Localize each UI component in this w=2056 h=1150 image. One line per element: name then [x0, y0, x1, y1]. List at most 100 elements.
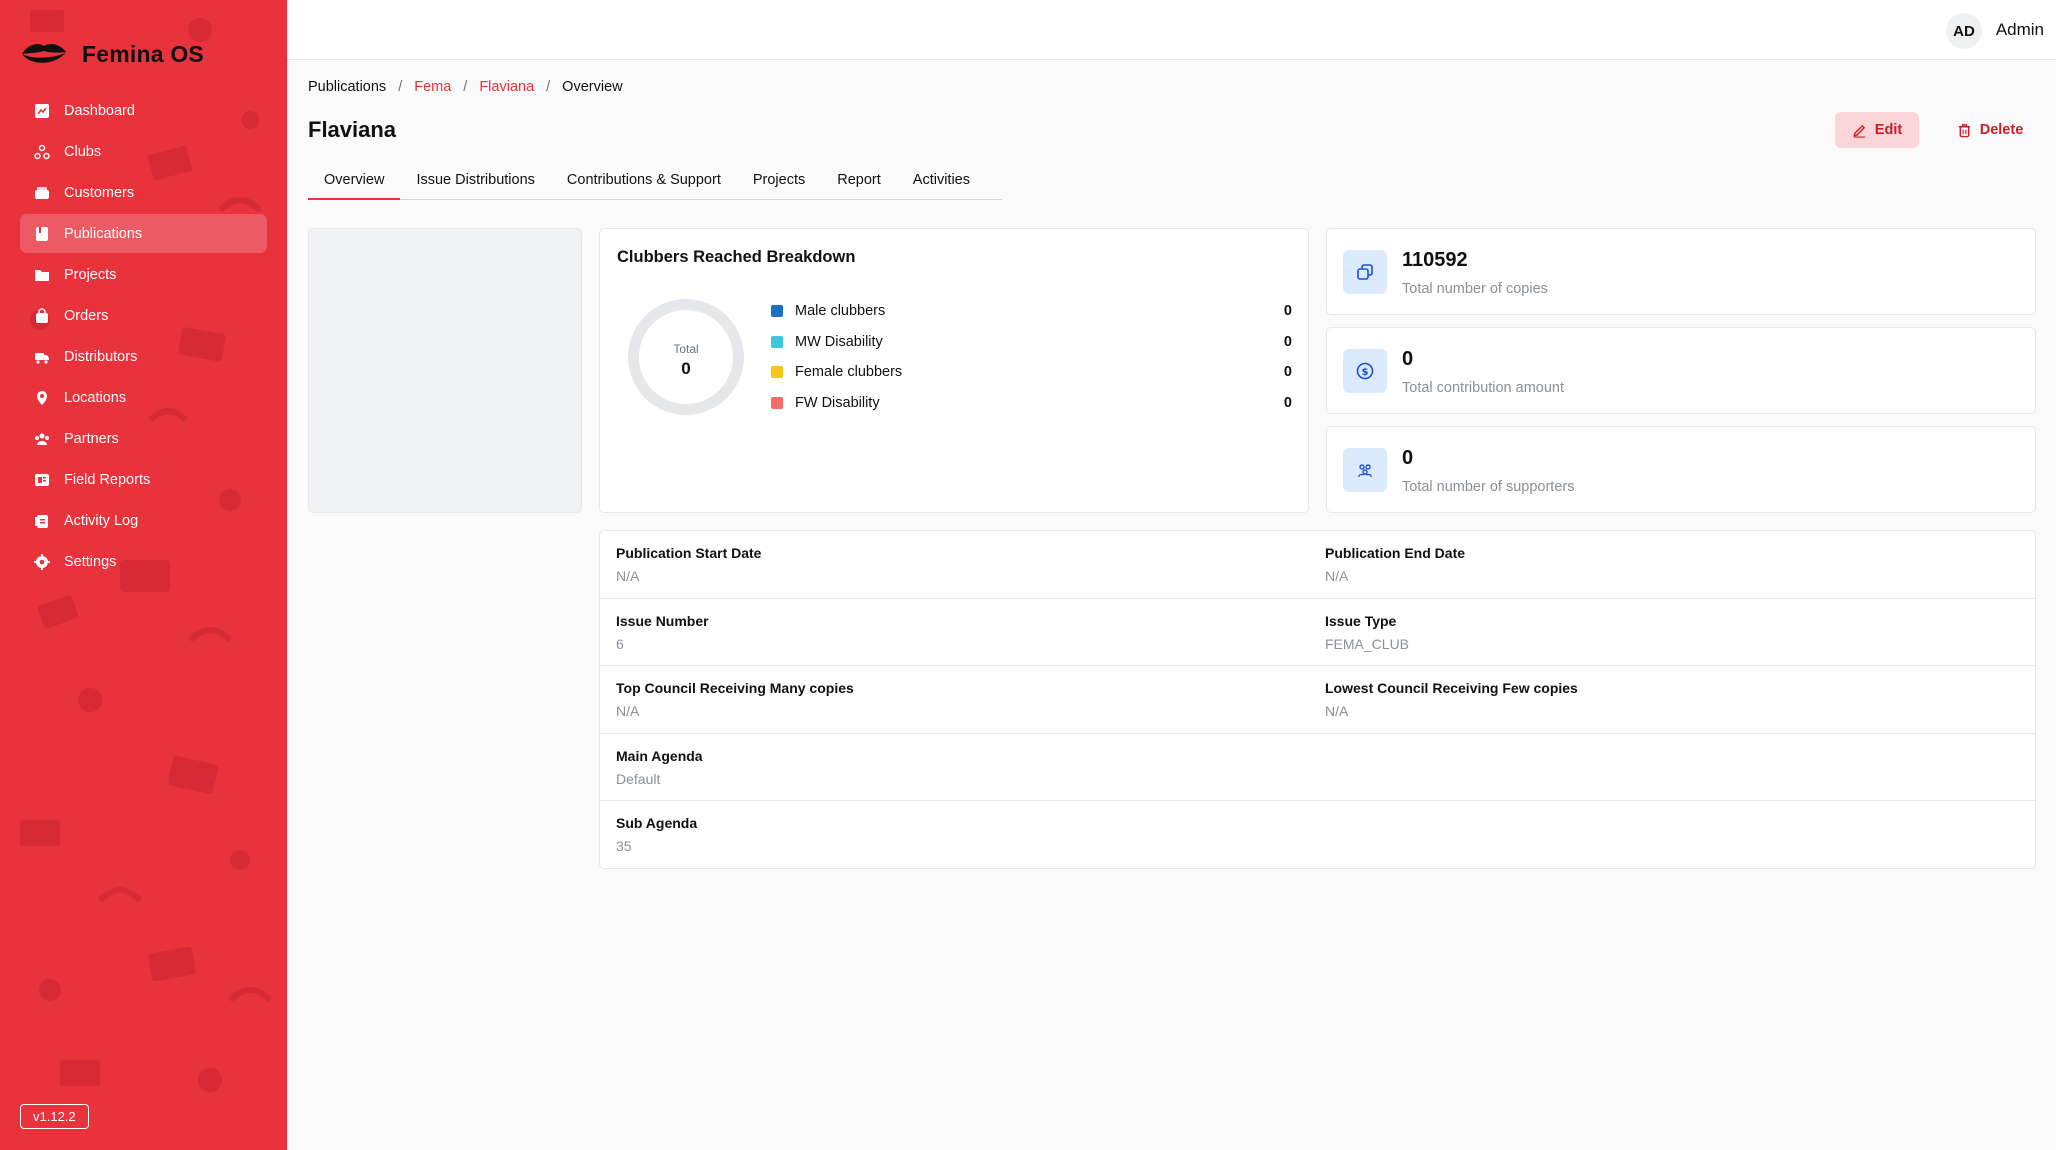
breadcrumb-separator: / [463, 79, 468, 95]
legend-swatch [771, 305, 783, 317]
version-badge: v1.12.2 [20, 1104, 89, 1129]
tab-bar: Overview Issue Distributions Contributio… [308, 166, 1002, 200]
detail-label: Issue Number [616, 612, 709, 629]
trash-icon [1958, 123, 1970, 137]
tab-overview[interactable]: Overview [308, 166, 401, 200]
legend-item: Male clubbers 0 [771, 301, 1292, 321]
truck-icon [33, 348, 51, 366]
avatar[interactable]: AD [1946, 13, 1982, 49]
sidebar-item-label: Field Reports [64, 471, 151, 488]
edit-icon [1853, 124, 1865, 138]
user-name[interactable]: Admin [1996, 20, 2044, 40]
detail-label: Issue Type [1325, 612, 1397, 629]
chart-icon [33, 102, 51, 120]
map-pin-icon [33, 389, 51, 407]
breadcrumb-item-overview: Overview [562, 79, 623, 95]
sidebar-item-label: Orders [64, 307, 109, 324]
clubbers-breakdown-card: Clubbers Reached Breakdown Total 0 Male … [599, 228, 1309, 513]
supporters-icon [1343, 448, 1387, 492]
breadcrumb-separator: / [398, 79, 403, 95]
legend-label: Female clubbers [795, 364, 903, 380]
legend-item: FW Disability 0 [771, 393, 1292, 413]
detail-value: 35 [616, 838, 632, 854]
sidebar-item-partners[interactable]: Partners [20, 419, 267, 458]
detail-label: Main Agenda [616, 747, 703, 764]
sidebar-item-clubs[interactable]: Clubs [20, 132, 267, 171]
brand-name: Femina OS [82, 40, 204, 67]
breadcrumb-item-publications[interactable]: Publications [308, 79, 386, 95]
folder-open-icon [33, 266, 51, 284]
sidebar-item-settings[interactable]: Settings [20, 542, 267, 581]
breadcrumb-item-flaviana[interactable]: Flaviana [479, 79, 534, 95]
legend-value: 0 [1283, 333, 1292, 350]
sidebar-item-locations[interactable]: Locations [20, 378, 267, 417]
sidebar-item-activity-log[interactable]: Activity Log [20, 501, 267, 540]
detail-value: Default [616, 770, 661, 787]
folder-icon [33, 184, 51, 202]
sidebar-item-publications[interactable]: Publications [20, 214, 267, 253]
detail-sub-agenda: Sub Agenda 35 [616, 815, 697, 854]
detail-value: N/A [1325, 568, 1349, 584]
donut-chart: Total 0 [628, 299, 744, 415]
legend-value: 0 [1283, 364, 1292, 380]
stat-value: 0 [1402, 447, 1414, 469]
tab-activities[interactable]: Activities [897, 166, 986, 200]
tab-report[interactable]: Report [821, 166, 897, 200]
sidebar-item-distributors[interactable]: Distributors [20, 337, 267, 376]
breadcrumb-item-fema[interactable]: Fema [414, 79, 451, 95]
copy-icon [1343, 250, 1387, 294]
detail-label: Lowest Council Receiving Few copies [1325, 680, 1578, 696]
sidebar-nav: Dashboard Clubs Customers Publications P… [20, 91, 267, 583]
delete-button[interactable]: Delete [1940, 112, 2040, 148]
sidebar-item-dashboard[interactable]: Dashboard [20, 91, 267, 130]
sidebar-item-field-reports[interactable]: Field Reports [20, 460, 267, 499]
lips-logo-icon [22, 44, 66, 63]
tab-issue-distributions[interactable]: Issue Distributions [400, 166, 550, 200]
gear-icon [33, 553, 51, 571]
tab-contributions-support[interactable]: Contributions & Support [551, 166, 737, 200]
legend-value: 0 [1283, 394, 1292, 411]
sidebar-item-customers[interactable]: Customers [20, 173, 267, 212]
detail-label: Top Council Receiving Many copies [616, 680, 854, 696]
breadcrumb: Publications / Fema / Flaviana / Overvie… [308, 79, 623, 95]
legend-swatch [771, 366, 783, 378]
detail-label: Publication Start Date [616, 545, 762, 561]
donut-total-value: 0 [681, 359, 691, 378]
dollar-icon: $ [1343, 349, 1387, 393]
edit-button-label: Edit [1874, 122, 1903, 138]
stat-card-supporters: 0 Total number of supporters [1326, 426, 2036, 513]
svg-text:$: $ [1362, 367, 1369, 378]
users-icon [33, 430, 51, 448]
stat-label: Total number of supporters [1402, 479, 1575, 495]
sidebar-item-projects[interactable]: Projects [20, 255, 267, 294]
edit-button[interactable]: Edit [1835, 112, 1919, 148]
delete-button-label: Delete [1979, 122, 2024, 138]
detail-end-date: Publication End Date N/A [1325, 545, 1465, 584]
breadcrumb-separator: / [546, 79, 551, 95]
brand-logo[interactable]: Femina OS [20, 40, 204, 68]
sidebar-item-label: Customers [64, 184, 135, 201]
sidebar-item-label: Settings [64, 553, 117, 570]
shopping-bag-icon [33, 307, 51, 325]
legend-swatch [771, 396, 783, 409]
breakdown-legend: Male clubbers 0 MW Disability 0 Female c… [771, 301, 1292, 423]
detail-label: Publication End Date [1325, 545, 1466, 561]
stat-card-contribution: $ 0 Total contribution amount [1326, 327, 2036, 414]
clipboard-icon [33, 512, 51, 530]
detail-issue-number: Issue Number 6 [616, 613, 709, 652]
sidebar-item-label: Locations [64, 389, 127, 406]
detail-top-council: Top Council Receiving Many copies N/A [616, 680, 854, 719]
detail-value: FEMA_CLUB [1325, 635, 1410, 652]
legend-label: FW Disability [795, 394, 880, 411]
sidebar-item-label: Distributors [64, 348, 138, 365]
detail-value: N/A [1325, 703, 1349, 719]
details-row: Sub Agenda 35 [600, 801, 2035, 869]
donut-total-label: Total [673, 342, 699, 356]
sidebar-item-orders[interactable]: Orders [20, 296, 267, 335]
report-icon [33, 471, 51, 489]
breakdown-title: Clubbers Reached Breakdown [617, 248, 856, 266]
tab-projects[interactable]: Projects [737, 166, 821, 200]
stat-label: Total contribution amount [1402, 380, 1565, 396]
details-row: Issue Number 6 Issue Type FEMA_CLUB [600, 599, 2035, 666]
publication-cover-placeholder [308, 228, 582, 513]
